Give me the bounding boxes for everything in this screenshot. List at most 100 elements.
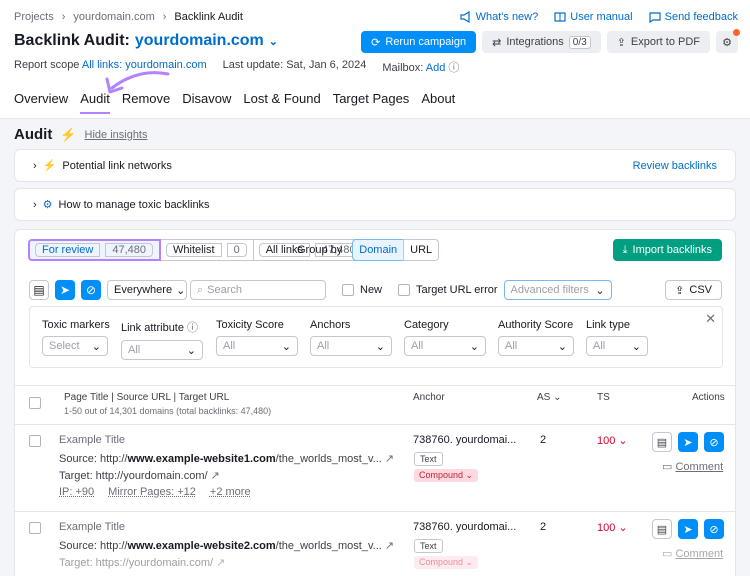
gear-icon: ⚙ [722, 36, 732, 49]
filter-link-type: Link type All ⌄ [586, 319, 648, 356]
group-by-domain[interactable]: Domain [352, 239, 405, 261]
remove-list-icon[interactable]: ▤ [29, 280, 49, 300]
export-pdf-button[interactable]: ⇪ Export to PDF [606, 31, 710, 53]
settings-button[interactable]: ⚙ [716, 29, 740, 53]
search-input[interactable]: ⌕ Search [190, 280, 326, 300]
tab-target-pages[interactable]: Target Pages [333, 91, 410, 114]
disavow-icon[interactable]: ⊘ [704, 432, 724, 452]
refresh-icon: ⟳ [371, 36, 381, 49]
disavow-icon[interactable]: ⊘ [81, 280, 101, 300]
export-label: Export to PDF [630, 36, 700, 48]
row-source[interactable]: Source: http://www.example-website1.com/… [59, 452, 394, 465]
filter-dropdown[interactable]: All ⌄ [586, 336, 648, 356]
tab-lost-found[interactable]: Lost & Found [243, 91, 320, 114]
external-link-icon[interactable]: ↗ [211, 470, 220, 482]
row-target[interactable]: Target: https://yourdomain.com/ ↗ [59, 556, 225, 569]
tab-overview[interactable]: Overview [14, 91, 68, 114]
chevron-down-icon: ⌄ [631, 340, 641, 353]
group-by-url[interactable]: URL [403, 239, 440, 261]
select-all-checkbox[interactable] [29, 397, 41, 409]
tab-remove[interactable]: Remove [122, 91, 170, 114]
ip-count[interactable]: IP: +90 [59, 486, 94, 498]
col-ts[interactable]: TS [597, 392, 610, 403]
breadcrumb-domain[interactable]: yourdomain.com [73, 11, 154, 23]
filter-dropdown[interactable]: All ⌄ [310, 336, 392, 356]
mirror-pages[interactable]: Mirror Pages: +12 [108, 486, 196, 498]
source-domain: www.example-website1.com [127, 453, 276, 465]
insight-link-networks[interactable]: › ⚡ Potential link networks Review backl… [14, 149, 736, 182]
info-icon[interactable]: ⓘ [448, 62, 459, 74]
filter-value: All [317, 340, 330, 352]
tab-disavow[interactable]: Disavow [182, 91, 231, 114]
mailbox-add-link[interactable]: Add [426, 62, 446, 74]
scope-dropdown[interactable]: Everywhere ⌄ [107, 280, 187, 300]
chevron-down-icon: ⌄ [186, 344, 196, 357]
more-link[interactable]: +2 more [210, 486, 251, 498]
external-link-icon[interactable]: ↗ [385, 540, 394, 552]
user-manual-link[interactable]: User manual [554, 11, 633, 23]
filter-dropdown[interactable]: All ⌄ [216, 336, 298, 356]
filter-value: All [128, 344, 141, 356]
chevron-right-icon[interactable]: › [33, 160, 37, 172]
disavow-icon[interactable]: ⊘ [704, 519, 724, 539]
ts-number: 100 [597, 435, 616, 447]
filter-value: All [411, 340, 424, 352]
info-icon[interactable]: ⓘ [187, 322, 198, 334]
col-as[interactable]: AS ⌄ [537, 392, 562, 403]
compound-tag[interactable]: Compound ⌄ [414, 469, 479, 482]
as-value: 2 [540, 434, 547, 446]
send-icon[interactable]: ➤ [678, 432, 698, 452]
filter-dropdown[interactable]: All ⌄ [498, 336, 574, 356]
breadcrumb-projects[interactable]: Projects [14, 11, 54, 23]
whats-new-label: What's new? [475, 11, 539, 23]
close-icon[interactable]: ✕ [705, 311, 716, 327]
row-source[interactable]: Source: http://www.example-website2.com/… [59, 539, 394, 552]
whats-new-link[interactable]: What's new? [460, 11, 539, 23]
hide-insights-link[interactable]: Hide insights [85, 129, 148, 141]
row-target[interactable]: Target: http://yourdomain.com/ ↗ [59, 469, 220, 482]
external-link-icon[interactable]: ↗ [216, 557, 225, 569]
filter-dropdown[interactable]: All ⌄ [404, 336, 486, 356]
external-link-icon[interactable]: ↗ [385, 453, 394, 465]
user-manual-label: User manual [570, 11, 633, 23]
advanced-filters-label: Advanced filters [510, 284, 589, 296]
chevron-right-icon[interactable]: › [33, 199, 37, 211]
filter-dropdown[interactable]: All ⌄ [121, 340, 203, 360]
comment-button[interactable]: ▭ Comment [662, 460, 723, 473]
col-title[interactable]: Page Title | Source URL | Target URL [64, 392, 229, 403]
checkbox[interactable] [342, 284, 354, 296]
target-error-checkbox[interactable]: Target URL error [398, 284, 498, 296]
col-anchor[interactable]: Anchor [413, 392, 445, 403]
insight-toxic-backlinks[interactable]: › ⚙ How to manage toxic backlinks [14, 188, 736, 221]
send-icon[interactable]: ➤ [678, 519, 698, 539]
tab-audit[interactable]: Audit [80, 91, 110, 114]
ts-value[interactable]: 100 ⌄ [597, 434, 628, 447]
checkbox[interactable] [398, 284, 411, 296]
domain-selector[interactable]: yourdomain.com [135, 32, 264, 50]
advanced-filters-dropdown[interactable]: Advanced filters ⌄ [503, 280, 612, 300]
filter-dropdown[interactable]: Select ⌄ [42, 336, 108, 356]
filter-label-row: Link attribute ⓘ [121, 319, 203, 335]
segment-whitelist[interactable]: Whitelist 0 [160, 239, 254, 261]
rerun-campaign-button[interactable]: ⟳ Rerun campaign [361, 31, 477, 53]
row-checkbox[interactable] [29, 522, 41, 534]
remove-list-icon[interactable]: ▤ [652, 432, 672, 452]
tab-about[interactable]: About [421, 91, 455, 114]
new-checkbox[interactable]: New [342, 284, 382, 296]
send-icon[interactable]: ➤ [55, 280, 75, 300]
review-backlinks-link[interactable]: Review backlinks [633, 160, 717, 172]
import-backlinks-button[interactable]: ⤓ Import backlinks [612, 239, 722, 261]
ts-value[interactable]: 100 ⌄ [597, 521, 628, 534]
row-checkbox[interactable] [29, 435, 41, 447]
integrations-button[interactable]: ⇄ Integrations 0/3 [482, 31, 601, 53]
remove-list-icon[interactable]: ▤ [652, 519, 672, 539]
chevron-down-icon[interactable]: ⌄ [269, 35, 278, 48]
segment-for-review[interactable]: For review 47,480 [28, 239, 161, 261]
comment-button[interactable]: ▭ Comment [662, 547, 723, 560]
csv-export-button[interactable]: ⇪ CSV [665, 280, 722, 300]
send-feedback-link[interactable]: Send feedback [649, 11, 738, 23]
source-path: /the_worlds_most_v... [275, 453, 382, 465]
import-label: Import backlinks [632, 244, 712, 256]
anchor-text: 738760. yourdomai... [413, 434, 517, 446]
compound-tag[interactable]: Compound ⌄ [414, 556, 479, 569]
